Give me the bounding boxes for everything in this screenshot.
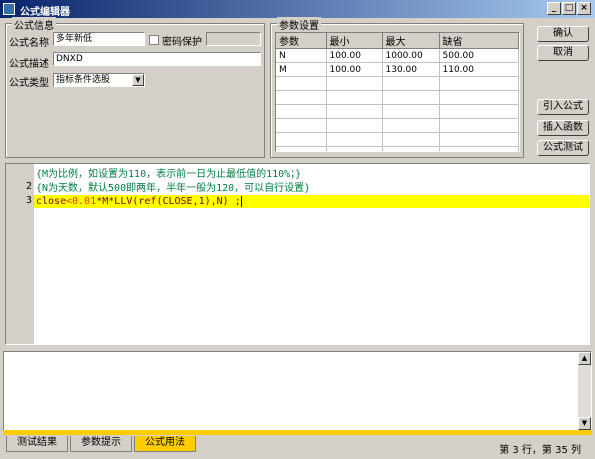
formula-info-legend: 公式信息 — [12, 17, 56, 32]
code-token: close — [36, 196, 67, 207]
table-cell[interactable] — [326, 90, 383, 105]
code-token: 0.01 — [72, 196, 97, 207]
minimize-button[interactable]: _ — [547, 2, 561, 15]
test-formula-button[interactable]: 公式测试 — [537, 140, 589, 156]
table-cell[interactable]: 1000.00 — [382, 48, 440, 63]
code-token: *M*LLV(ref(CLOSE,1),N) ; — [96, 196, 241, 207]
tab-test-results[interactable]: 测试结果 — [6, 436, 68, 452]
tab-strip — [3, 430, 592, 435]
desc-label: 公式描述 — [9, 59, 49, 70]
table-row[interactable]: M 100.00 130.00 110.00 — [276, 62, 519, 77]
table-row[interactable] — [276, 118, 519, 133]
table-cell[interactable] — [382, 118, 440, 133]
table-row[interactable] — [276, 90, 519, 105]
table-cell[interactable] — [326, 104, 383, 119]
code-line-comment[interactable]: {M为比例，如设置为110，表示前一日为止最低值的110%；} — [34, 168, 301, 181]
table-cell[interactable]: 100.00 — [326, 62, 383, 77]
type-select-value: 指标条件选股 — [56, 75, 111, 85]
table-cell[interactable] — [382, 132, 440, 147]
table-cell[interactable]: N — [276, 48, 327, 63]
table-cell[interactable]: 110.00 — [439, 62, 519, 77]
table-row[interactable] — [276, 104, 519, 119]
table-cell[interactable] — [276, 132, 327, 147]
table-cell[interactable] — [276, 118, 327, 133]
table-cell[interactable]: 500.00 — [439, 48, 519, 63]
line-number-gutter: 2 3 — [6, 164, 34, 344]
params-table[interactable]: 参数 最小 最大 缺省 N 100.00 1000.00 500.00 M 10… — [275, 32, 520, 152]
table-cell[interactable] — [439, 118, 519, 133]
line-number: 2 — [25, 181, 32, 192]
password-label: 密码保护 — [162, 37, 202, 48]
table-cell[interactable] — [276, 146, 327, 151]
table-cell[interactable] — [439, 76, 519, 91]
scroll-up-icon[interactable]: ▲ — [578, 352, 591, 365]
close-button[interactable]: × — [577, 2, 591, 15]
table-cell[interactable] — [382, 104, 440, 119]
cancel-button[interactable]: 取消 — [537, 45, 589, 61]
name-label: 公式名称 — [9, 38, 49, 49]
table-cell[interactable] — [382, 90, 440, 105]
table-row[interactable] — [276, 76, 519, 91]
table-cell[interactable] — [439, 146, 519, 151]
col-header: 最大 — [382, 33, 440, 49]
table-cell[interactable] — [326, 118, 383, 133]
table-cell[interactable] — [439, 104, 519, 119]
table-cell[interactable] — [326, 76, 383, 91]
table-row[interactable] — [276, 146, 519, 151]
import-formula-button[interactable]: 引入公式 — [537, 99, 589, 115]
table-cell[interactable] — [276, 104, 327, 119]
password-field — [206, 32, 261, 46]
table-cell[interactable]: 130.00 — [382, 62, 440, 77]
tab-param-hints[interactable]: 参数提示 — [70, 436, 132, 452]
table-cell[interactable] — [382, 76, 440, 91]
table-cell[interactable]: 100.00 — [326, 48, 383, 63]
table-cell[interactable] — [276, 76, 327, 91]
text-caret — [240, 195, 242, 207]
desc-field[interactable]: DNXD — [53, 52, 261, 66]
code-line-current[interactable]: close<0.01*M*LLV(ref(CLOSE,1),N) ; — [34, 195, 589, 208]
type-select[interactable]: 指标条件选股 ▼ — [53, 73, 145, 87]
table-cell[interactable] — [382, 146, 440, 151]
scroll-down-icon[interactable]: ▼ — [578, 417, 591, 430]
maximize-button[interactable]: □ — [562, 2, 576, 15]
name-field[interactable]: 多年新低 — [53, 32, 145, 46]
tab-formula-usage[interactable]: 公式用法 — [134, 436, 196, 452]
output-pane[interactable]: ▲ ▼ — [3, 351, 592, 431]
table-cell[interactable] — [439, 90, 519, 105]
table-row[interactable] — [276, 132, 519, 147]
insert-function-button[interactable]: 插入函数 — [537, 120, 589, 136]
cursor-position-status: 第 3 行，第 35 列 — [499, 445, 581, 456]
vertical-scrollbar[interactable]: ▲ ▼ — [578, 352, 591, 430]
col-header: 参数 — [276, 33, 327, 49]
ok-button[interactable]: 确认 — [537, 26, 589, 42]
table-cell[interactable] — [439, 132, 519, 147]
table-cell[interactable] — [276, 90, 327, 105]
type-label: 公式类型 — [9, 78, 49, 89]
password-checkbox[interactable] — [149, 35, 159, 45]
params-legend: 参数设置 — [277, 17, 321, 32]
table-cell[interactable]: M — [276, 62, 327, 77]
table-cell[interactable] — [326, 132, 383, 147]
table-cell[interactable] — [326, 146, 383, 151]
code-editor[interactable]: 2 3 {M为比例，如设置为110，表示前一日为止最低值的110%；} {N为天… — [5, 163, 590, 345]
code-line-comment[interactable]: {N为天数，默认500即两年，半年一般为120，可以自行设置} — [34, 182, 310, 195]
title-bar[interactable]: 公式编辑器 _ □ × — [0, 0, 595, 18]
col-header: 最小 — [326, 33, 383, 49]
line-number: 3 — [25, 195, 32, 206]
col-header: 缺省 — [439, 33, 519, 49]
app-icon — [3, 3, 15, 15]
chevron-down-icon[interactable]: ▼ — [132, 74, 144, 86]
window-title: 公式编辑器 — [20, 7, 70, 18]
table-row[interactable]: N 100.00 1000.00 500.00 — [276, 48, 519, 63]
